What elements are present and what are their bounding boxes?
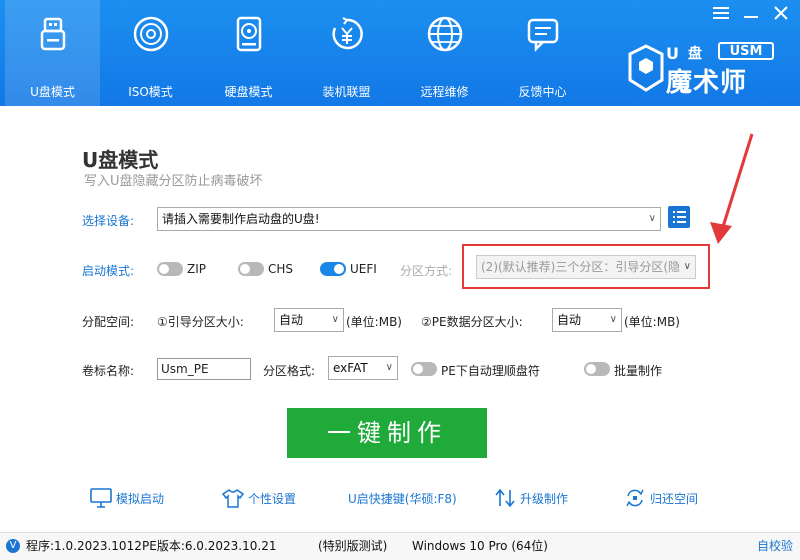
upgrade-arrows-icon: [495, 488, 515, 508]
minimize-icon[interactable]: [738, 4, 764, 26]
program-version: 程序:1.0.2023.1012: [26, 539, 142, 553]
annotation-highlight-box: [462, 244, 710, 289]
batch-label: 批量制作: [614, 364, 663, 378]
tool-label: 个性设置: [248, 492, 297, 506]
tab-install-alliance[interactable]: 装机联盟: [299, 0, 394, 106]
device-select[interactable]: 请插入需要制作启动盘的U盘! ∨: [157, 207, 661, 231]
tab-label: ISO模式: [128, 85, 173, 99]
list-button[interactable]: [668, 206, 690, 228]
menu-icon[interactable]: [708, 4, 734, 26]
format-label: 分区格式:: [263, 364, 316, 378]
simulate-boot-button[interactable]: 模拟启动: [90, 488, 180, 510]
batch-toggle[interactable]: [584, 362, 610, 376]
device-label: 选择设备:: [82, 214, 135, 228]
pe-part-size-value: 自动: [557, 313, 582, 327]
boot-part-size-label: ①引导分区大小:: [157, 315, 244, 329]
annotation-arrow-icon: [710, 133, 754, 244]
chs-label: CHS: [268, 262, 294, 276]
uefi-toggle[interactable]: [320, 262, 346, 276]
pe-auto-drive-label: PE下自动理顺盘符: [441, 364, 540, 378]
brand-badge: USM: [718, 42, 774, 60]
boot-part-size-select[interactable]: 自动 ∨: [274, 308, 344, 332]
page-subtitle: 写入U盘隐藏分区防止病毒破坏: [84, 174, 263, 189]
boot-part-size-value: 自动: [279, 313, 304, 327]
zip-label: ZIP: [187, 262, 206, 276]
tab-label: 硬盘模式: [224, 85, 273, 99]
os-info: Windows 10 Pro (64位): [412, 539, 548, 553]
top-banner: U盘模式 ISO模式 硬盘模式 装机联盟 远程维修 反馈中心 U 盘 USM 魔…: [0, 0, 800, 106]
usb-logo-icon: [628, 44, 664, 92]
uefi-label: UEFI: [350, 262, 377, 276]
boot-hotkey-button[interactable]: U启快捷键(华硕:F8): [348, 488, 458, 510]
zip-toggle[interactable]: [157, 262, 183, 276]
pe-part-unit: (单位:MB): [624, 315, 680, 329]
volume-label: 卷标名称:: [82, 364, 135, 378]
restore-icon: [626, 489, 644, 507]
device-value: 请插入需要制作启动盘的U盘!: [162, 212, 320, 226]
restore-space-button[interactable]: 归还空间: [624, 488, 704, 510]
disc-icon: [133, 16, 168, 52]
tool-label: U启快捷键(华硕:F8): [348, 492, 457, 506]
tab-label: U盘模式: [30, 85, 75, 99]
tool-label: 升级制作: [520, 492, 569, 506]
edition-label: (特别版测试): [318, 539, 388, 553]
chevron-down-icon: ∨: [385, 362, 393, 373]
boot-mode-label: 启动模式:: [82, 264, 135, 278]
partition-mode-label: 分区方式:: [400, 264, 453, 278]
boot-part-unit: (单位:MB): [346, 315, 402, 329]
tool-label: 归还空间: [650, 492, 699, 506]
chs-toggle[interactable]: [238, 262, 264, 276]
format-select[interactable]: exFAT ∨: [328, 356, 398, 380]
tab-label: 远程维修: [420, 85, 469, 99]
tab-label: 反馈中心: [518, 85, 567, 99]
page-title: U盘模式: [82, 148, 159, 172]
pe-version: PE版本:6.0.2023.10.21: [142, 539, 277, 553]
hard-disk-icon: [236, 16, 261, 52]
globe-icon: [427, 16, 462, 52]
list-icon: [673, 211, 686, 223]
tab-usb-mode[interactable]: U盘模式: [5, 0, 100, 106]
personal-settings-button[interactable]: 个性设置: [222, 488, 312, 510]
tab-label: 装机联盟: [322, 85, 371, 99]
chevron-down-icon: ∨: [648, 213, 656, 224]
format-value: exFAT: [333, 361, 368, 375]
monitor-icon: [90, 488, 112, 508]
upgrade-make-button[interactable]: 升级制作: [494, 488, 574, 510]
usb-drive-icon: [40, 17, 65, 51]
tab-iso-mode[interactable]: ISO模式: [103, 0, 198, 106]
version-icon: V: [6, 539, 20, 553]
tool-label: 模拟启动: [116, 492, 165, 506]
chevron-down-icon: ∨: [331, 314, 339, 325]
brand-logo: U 盘 USM 魔术师: [626, 40, 791, 98]
chevron-down-icon: ∨: [609, 314, 617, 325]
pe-part-size-label: ②PE数据分区大小:: [421, 315, 523, 329]
close-icon[interactable]: [768, 4, 794, 26]
self-verify-link[interactable]: 自校验: [757, 533, 793, 559]
shirt-icon: [222, 489, 244, 508]
pe-auto-drive-toggle[interactable]: [411, 362, 437, 376]
yuan-coin-icon: [331, 17, 363, 50]
volume-input[interactable]: Usm_PE: [157, 358, 251, 380]
pe-part-size-select[interactable]: 自动 ∨: [552, 308, 622, 332]
tab-remote-repair[interactable]: 远程维修: [397, 0, 492, 106]
alloc-label: 分配空间:: [82, 315, 135, 329]
tab-hdd-mode[interactable]: 硬盘模式: [201, 0, 296, 106]
one-click-make-button[interactable]: 一键制作: [287, 408, 487, 458]
chat-icon: [527, 18, 558, 53]
tab-feedback[interactable]: 反馈中心: [495, 0, 590, 106]
status-bar: V 程序:1.0.2023.1012 PE版本:6.0.2023.10.21 (…: [0, 532, 800, 560]
